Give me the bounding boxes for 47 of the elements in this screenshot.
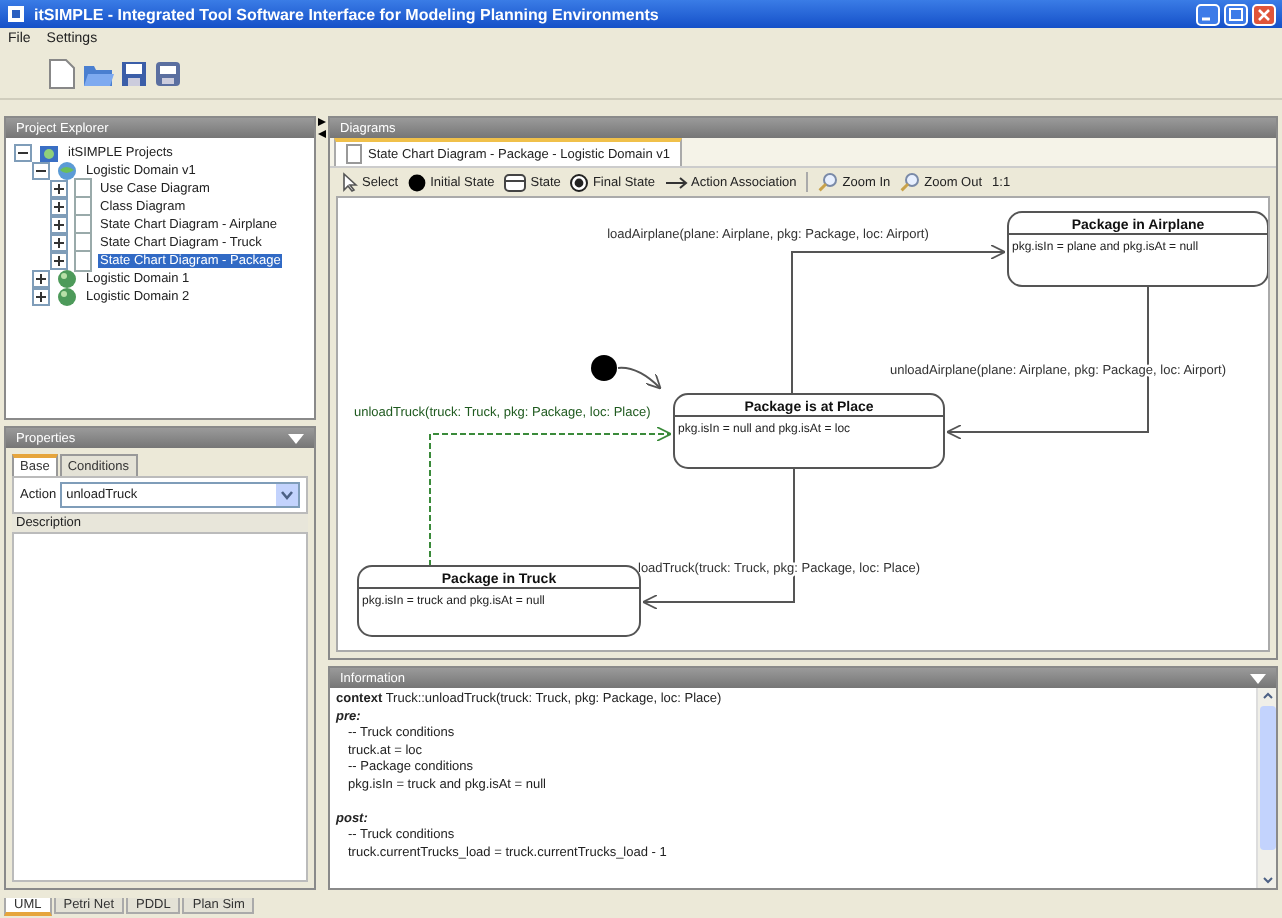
expand-icon[interactable] <box>50 216 68 234</box>
state-box[interactable] <box>357 565 641 637</box>
minimize-button[interactable] <box>1196 3 1220 25</box>
document-icon <box>74 214 92 236</box>
expand-icon[interactable] <box>32 270 50 288</box>
rounded-box-icon <box>504 173 527 191</box>
document-icon <box>74 196 92 218</box>
expand-icon[interactable] <box>50 180 68 198</box>
globe-icon <box>56 160 78 182</box>
initial-state-dot[interactable] <box>591 355 617 381</box>
description-field[interactable] <box>12 532 308 882</box>
pointer-icon <box>342 172 358 192</box>
document-icon <box>74 250 92 272</box>
document-icon <box>74 178 92 200</box>
arrow-icon <box>665 175 688 189</box>
collapse-icon[interactable] <box>14 144 32 162</box>
document-icon <box>74 232 92 254</box>
scrollbar[interactable] <box>1256 688 1276 888</box>
globe-icon <box>56 268 78 290</box>
filled-circle-icon <box>408 173 427 191</box>
app-icon <box>6 4 26 24</box>
save-icon[interactable] <box>120 60 148 88</box>
magnifier-icon <box>818 172 839 192</box>
split-arrows-icon[interactable] <box>318 118 326 138</box>
expand-icon[interactable] <box>32 288 50 306</box>
projects-icon <box>38 142 60 164</box>
maximize-button[interactable] <box>1224 3 1248 25</box>
state-box[interactable] <box>1007 211 1268 287</box>
chevron-down-icon[interactable] <box>276 484 298 506</box>
folder-icon[interactable] <box>82 60 114 88</box>
document-icon <box>346 144 362 164</box>
expand-icon[interactable] <box>50 252 68 270</box>
magnifier-icon <box>900 172 921 192</box>
transition-arrow[interactable] <box>642 467 795 610</box>
expand-icon[interactable] <box>50 234 68 252</box>
chevron-up-icon[interactable] <box>1259 688 1275 704</box>
chevron-down-icon[interactable] <box>1259 872 1275 888</box>
collapse-icon[interactable] <box>32 162 50 180</box>
state-box[interactable] <box>673 393 945 469</box>
close-button[interactable] <box>1252 3 1276 25</box>
new-file-icon[interactable] <box>48 58 76 90</box>
globe-icon <box>56 286 78 308</box>
initial-transition-arrow <box>617 366 662 390</box>
window-title: itSIMPLE - Integrated Tool Software Interface for Modeling Planning Environments <box>34 5 661 23</box>
expand-icon[interactable] <box>50 198 68 216</box>
save-all-icon[interactable] <box>154 60 182 88</box>
target-icon <box>570 173 589 191</box>
